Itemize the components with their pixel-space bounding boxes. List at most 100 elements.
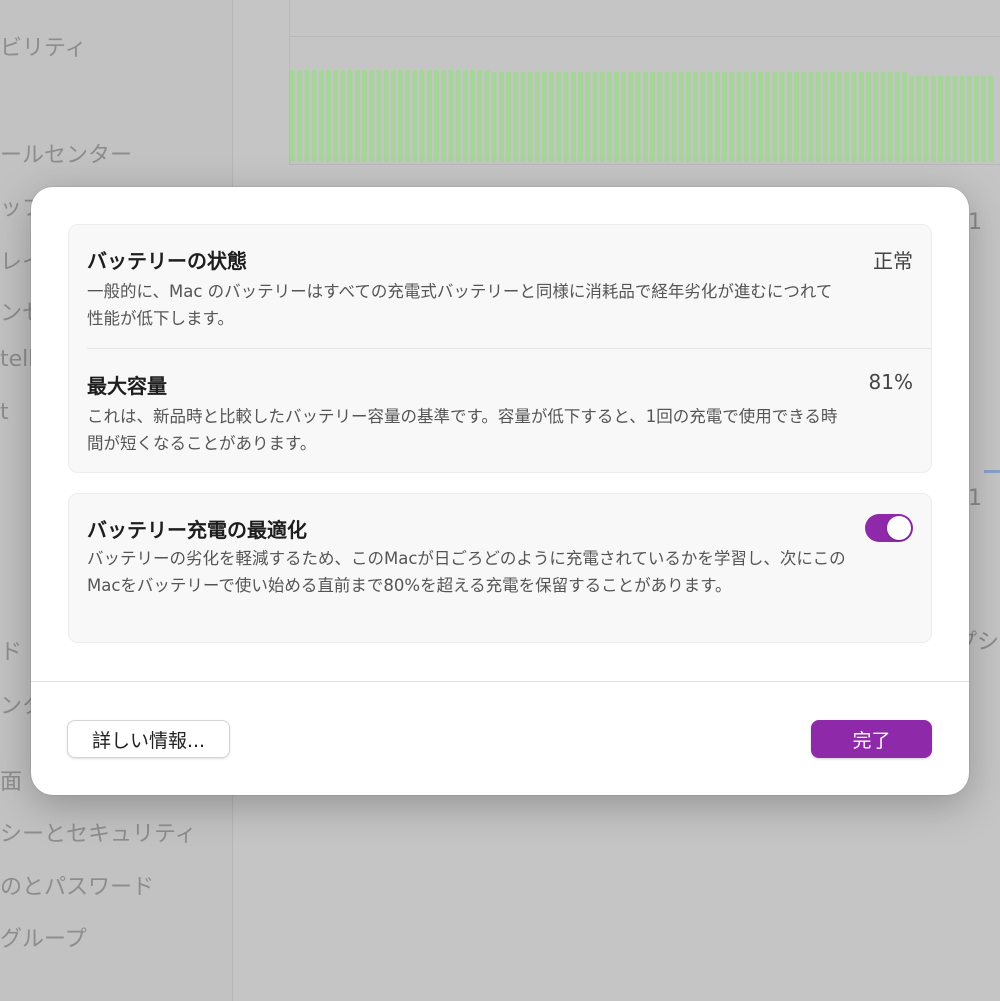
background-battery-bar <box>534 72 540 162</box>
battery-condition-value: 正常 <box>873 249 913 273</box>
background-battery-bar <box>606 72 612 162</box>
done-button[interactable]: 完了 <box>811 720 932 758</box>
background-battery-bar <box>736 72 742 162</box>
background-battery-bar <box>714 72 720 162</box>
footer-divider <box>31 681 969 682</box>
background-battery-bar <box>484 70 490 162</box>
background-battery-bar <box>441 70 447 162</box>
background-battery-bar <box>642 72 648 162</box>
background-battery-bar <box>808 72 814 162</box>
background-battery-bar <box>729 72 735 162</box>
background-battery-bar <box>290 70 295 162</box>
background-battery-bar <box>520 72 526 162</box>
battery-info-group: バッテリーの状態 正常 一般的に、Mac のバッテリーはすべての充電式バッテリー… <box>68 224 932 473</box>
sidebar-item-keyboard: ド <box>0 640 23 665</box>
battery-condition-title: バッテリーの状態 <box>87 249 247 273</box>
background-battery-bar <box>916 76 922 162</box>
background-battery-bar <box>498 72 504 162</box>
background-battery-bar <box>765 72 771 162</box>
background-battery-bar <box>390 70 396 162</box>
background-battery-bar <box>678 72 684 162</box>
background-battery-bar <box>506 72 511 162</box>
background-battery-bar <box>304 70 310 162</box>
background-battery-bar <box>419 70 425 162</box>
toggle-knob <box>887 516 911 540</box>
background-chart-marker <box>984 470 1000 473</box>
background-battery-bar <box>758 72 763 162</box>
background-battery-bar <box>938 76 943 162</box>
background-battery-bar <box>477 70 483 162</box>
row-divider <box>87 348 931 349</box>
background-battery-bar <box>786 72 792 162</box>
background-battery-bar <box>383 70 389 162</box>
background-battery-bar <box>801 72 807 162</box>
background-battery-bar <box>988 76 994 162</box>
background-battery-bar <box>974 76 979 162</box>
background-battery-bar <box>635 72 641 162</box>
battery-condition-description: 一般的に、Mac のバッテリーはすべての充電式バッテリーと同様に消耗品で経年劣化… <box>87 282 833 328</box>
background-battery-bar <box>952 76 958 162</box>
background-battery-bar <box>830 72 835 162</box>
background-battery-bar <box>297 70 303 162</box>
background-battery-bar <box>722 72 727 162</box>
background-battery-bar <box>844 72 850 162</box>
background-battery-bar <box>851 72 857 162</box>
sidebar-item-lock-screen: 面 <box>0 770 23 795</box>
background-battery-bar <box>866 72 871 162</box>
max-capacity-value: 81% <box>868 370 913 394</box>
background-battery-bar <box>650 72 655 162</box>
background-battery-bar <box>686 72 691 162</box>
sidebar-item-passwords: のとパスワード <box>0 875 155 900</box>
background-battery-bar <box>426 70 432 162</box>
background-battery-bar <box>326 70 331 162</box>
background-battery-bar <box>398 70 403 162</box>
background-battery-bar <box>542 72 547 162</box>
background-battery-bar <box>743 72 749 162</box>
background-battery-bar <box>412 70 418 162</box>
background-battery-bar <box>887 72 893 162</box>
background-battery-bar <box>707 72 713 162</box>
background-battery-bar <box>858 72 864 162</box>
background-battery-bar <box>959 76 965 162</box>
sidebar-item-groups: グループ <box>0 927 87 952</box>
background-battery-bar <box>448 70 454 162</box>
sidebar-item-control-center: ールセンター <box>0 143 133 168</box>
background-battery-bar <box>347 70 353 162</box>
background-battery-bar <box>909 76 915 162</box>
background-chart-label: 1 <box>968 486 982 511</box>
background-battery-bar <box>527 72 533 162</box>
background-battery-bar <box>930 76 936 162</box>
background-battery-bar <box>434 70 439 162</box>
max-capacity-title: 最大容量 <box>87 374 167 398</box>
background-battery-bar <box>873 72 879 162</box>
sidebar-item-privacy-security: シーとセキュリティ <box>0 822 197 847</box>
background-battery-bar <box>794 72 799 162</box>
background-battery-bar <box>750 72 756 162</box>
background-battery-bar <box>923 76 929 162</box>
background-battery-bar <box>462 70 468 162</box>
background-battery-bar <box>311 70 317 162</box>
sidebar-item-accessibility: ビリティ <box>0 36 87 61</box>
background-battery-bar <box>657 72 663 162</box>
optimized-charging-group: バッテリー充電の最適化 バッテリーの劣化を軽減するため、このMacが日ごろどのよ… <box>68 493 932 643</box>
background-battery-bar <box>491 72 497 162</box>
background-battery-bar <box>556 72 562 162</box>
background-battery-bar <box>570 72 576 162</box>
background-battery-bar <box>563 72 569 162</box>
optimized-charging-description: バッテリーの劣化を軽減するため、このMacが日ごろどのように充電されているかを学… <box>87 549 846 595</box>
background-battery-bar <box>693 72 699 162</box>
background-battery-bar <box>822 72 828 162</box>
background-battery-bar <box>578 72 583 162</box>
background-battery-bar <box>700 72 706 162</box>
sidebar-item-intelligence: tell <box>0 347 35 372</box>
background-battery-bar <box>318 70 324 162</box>
more-info-button[interactable]: 詳しい情報... <box>67 720 230 758</box>
background-battery-bar <box>621 72 627 162</box>
background-battery-bar <box>945 76 951 162</box>
optimized-charging-toggle[interactable] <box>865 514 913 542</box>
background-battery-bar <box>779 72 785 162</box>
background-battery-bar <box>966 76 972 162</box>
background-battery-chart <box>289 0 1000 165</box>
background-battery-bar <box>333 70 339 162</box>
max-capacity-description: これは、新品時と比較したバッテリー容量の基準です。容量が低下すると、1回の充電で… <box>87 407 838 453</box>
